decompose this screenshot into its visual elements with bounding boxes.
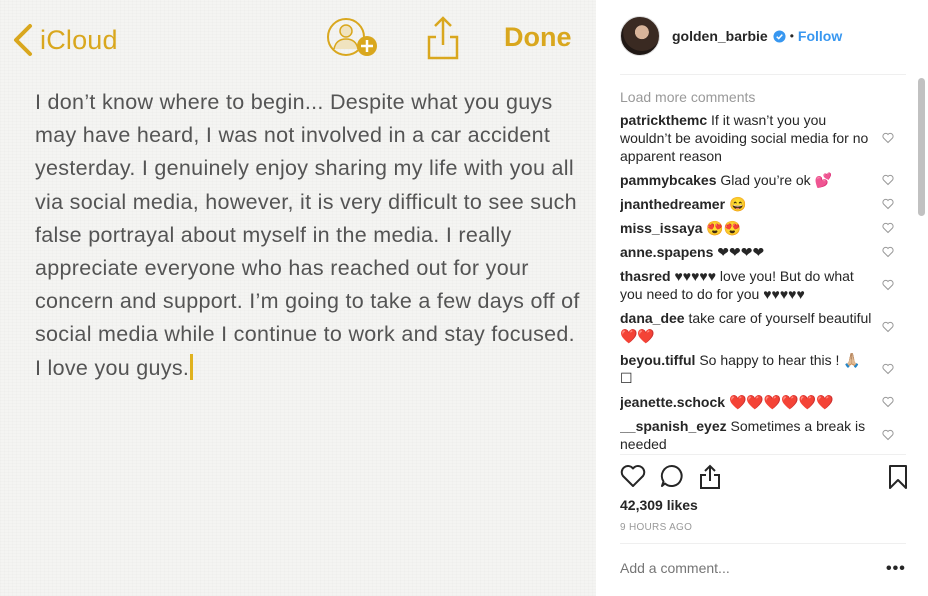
comment: dana_dee take care of yourself beautiful… [620, 309, 906, 345]
comment-username[interactable]: beyou.tifful [620, 352, 695, 368]
comment-text: 😍😍 [706, 220, 742, 236]
like-comment-heart-icon[interactable] [882, 429, 894, 441]
like-comment-heart-icon[interactable] [882, 246, 894, 258]
comment-username[interactable]: pammybcakes [620, 172, 717, 188]
comment-username[interactable]: patrickthemc [620, 112, 707, 128]
comment-text: Glad you’re ok 💕 [720, 172, 832, 188]
note-body[interactable]: I don’t know where to begin... Despite w… [35, 86, 580, 385]
comment: miss_issaya 😍😍 [620, 219, 906, 237]
post-username[interactable]: golden_barbie [672, 28, 768, 44]
like-comment-heart-icon[interactable] [882, 396, 894, 408]
comments-scrollbar[interactable] [918, 78, 925, 216]
load-more-comments-link[interactable]: Load more comments [620, 89, 906, 105]
avatar[interactable] [620, 16, 660, 56]
like-comment-heart-icon[interactable] [882, 279, 894, 291]
like-comment-heart-icon[interactable] [882, 198, 894, 210]
comment-username[interactable]: dana_dee [620, 310, 685, 326]
like-heart-icon[interactable] [620, 464, 646, 488]
done-button[interactable]: Done [504, 22, 572, 53]
divider [620, 543, 906, 544]
comment: thasred ♥♥♥♥♥ love you! But do what you … [620, 267, 906, 303]
text-cursor [190, 353, 194, 380]
verified-badge-icon [773, 29, 786, 43]
divider [620, 454, 906, 455]
note-body-text: I don’t know where to begin... Despite w… [35, 90, 580, 380]
comment-username[interactable]: miss_issaya [620, 220, 703, 236]
bookmark-icon[interactable] [888, 464, 908, 490]
comment: pammybcakes Glad you’re ok 💕 [620, 171, 906, 189]
post-actions [620, 464, 910, 490]
like-comment-heart-icon[interactable] [882, 132, 894, 144]
like-comment-heart-icon[interactable] [882, 174, 894, 186]
comment-username[interactable]: anne.spapens [620, 244, 713, 260]
comment: patrickthemc If it wasn’t you you wouldn… [620, 111, 906, 165]
like-comment-heart-icon[interactable] [882, 321, 894, 333]
comment-text: ❤❤❤❤ [717, 244, 765, 260]
more-options-button[interactable]: ••• [886, 560, 906, 578]
comment-username[interactable]: jnanthedreamer [620, 196, 725, 212]
post-timestamp[interactable]: 9 HOURS AGO [620, 522, 692, 533]
share-icon[interactable] [425, 14, 461, 60]
post-header: golden_barbie • Follow [620, 16, 842, 56]
separator-dot: • [789, 29, 794, 43]
notes-app: iCloud Done I don’t know where to begin.… [0, 0, 596, 596]
like-comment-heart-icon[interactable] [882, 363, 894, 375]
comment-bubble-icon[interactable] [660, 464, 684, 488]
comment-text: 😄 [728, 196, 747, 212]
back-label: iCloud [40, 24, 118, 55]
comment: jnanthedreamer 😄 [620, 195, 906, 213]
comment-username[interactable]: jeanette.schock [620, 394, 725, 410]
comment: anne.spapens ❤❤❤❤ [620, 243, 906, 261]
instagram-post-panel: golden_barbie • Follow Load more comment… [596, 0, 928, 596]
back-to-icloud-button[interactable]: iCloud [12, 20, 118, 60]
likes-count[interactable]: 42,309 likes [620, 497, 698, 513]
comment: jeanette.schock ❤️❤️❤️❤️❤️❤️ [620, 393, 906, 411]
comment-text: ❤️❤️❤️❤️❤️❤️ [728, 394, 834, 410]
chevron-left-icon [14, 24, 32, 56]
comment: __spanish_eyez Sometimes a break is need… [620, 417, 906, 453]
comments-list[interactable]: Load more comments patrickthemc If it wa… [620, 86, 906, 454]
like-comment-heart-icon[interactable] [882, 222, 894, 234]
add-comment-input[interactable] [620, 560, 870, 576]
add-person-icon[interactable] [326, 16, 380, 60]
comment: beyou.tifful So happy to hear this ! 🙏🏼☐ [620, 351, 906, 387]
follow-button[interactable]: Follow [798, 28, 842, 44]
divider [620, 74, 906, 75]
comment-username[interactable]: thasred [620, 268, 671, 284]
comment-username[interactable]: __spanish_eyez [620, 418, 727, 434]
share-icon[interactable] [698, 464, 722, 490]
